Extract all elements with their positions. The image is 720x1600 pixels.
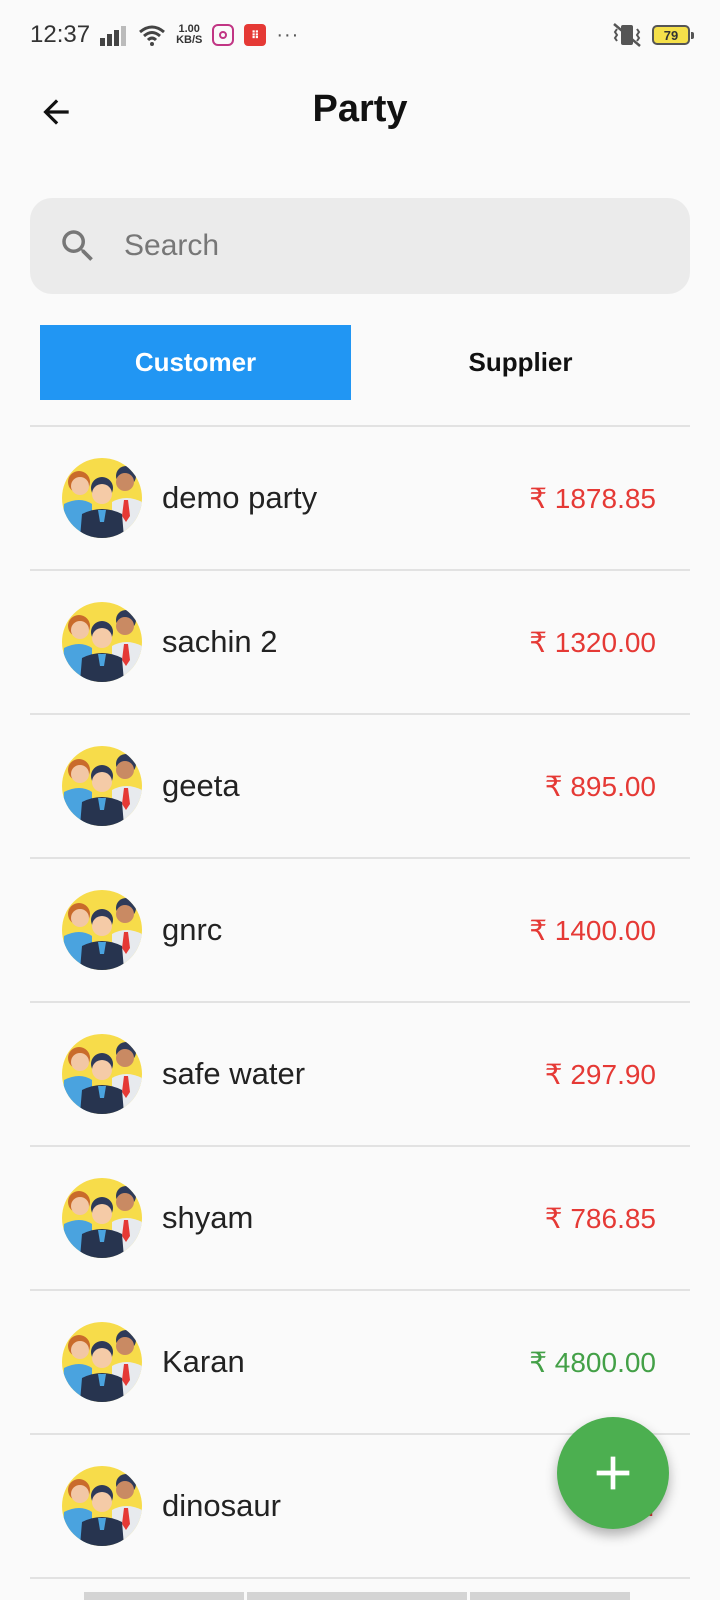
scroll-segment <box>84 1592 244 1600</box>
party-balance: ₹ 297.90 <box>544 1058 656 1090</box>
party-name: demo party <box>162 480 318 515</box>
party-type-tabs: Customer Supplier <box>40 325 690 400</box>
party-row[interactable]: geeta ₹ 895.00 <box>30 715 690 859</box>
people-group-icon <box>62 602 142 682</box>
party-balance: ₹ 4800.00 <box>529 1346 656 1378</box>
party-name: sachin 2 <box>162 624 278 659</box>
party-name: gnrc <box>162 912 223 947</box>
search-input[interactable] <box>124 229 644 263</box>
tab-supplier[interactable]: Supplier <box>351 325 690 400</box>
search-icon <box>56 224 100 268</box>
party-row[interactable]: Karan ₹ 4800.00 <box>30 1291 690 1435</box>
status-bar-right: 79 <box>612 22 694 48</box>
screen: 12:37 1.00 KB/S ⠿ ··· 79 Party Search Cu… <box>0 0 720 1600</box>
search-bar[interactable] <box>30 198 690 294</box>
party-name: safe water <box>162 1056 306 1091</box>
party-balance: ₹ 1878.85 <box>529 482 656 514</box>
party-row[interactable]: demo party ₹ 1878.85 <box>30 427 690 571</box>
instagram-icon <box>212 24 235 46</box>
vibrate-icon <box>613 23 641 47</box>
status-bar-left: 12:37 1.00 KB/S ⠿ ··· <box>30 21 299 49</box>
party-balance: ₹ 895.00 <box>544 770 656 802</box>
party-name: Karan <box>162 1344 245 1379</box>
party-row[interactable]: sachin 2 ₹ 1320.00 <box>30 571 690 715</box>
party-row[interactable]: safe water ₹ 297.90 <box>30 1003 690 1147</box>
app-bar: Party <box>0 70 720 156</box>
tab-customer[interactable]: Customer <box>40 325 351 400</box>
page-title: Party <box>312 88 408 130</box>
plus-icon <box>596 1456 630 1490</box>
people-group-icon <box>62 890 142 970</box>
party-row[interactable]: shyam ₹ 786.85 <box>30 1147 690 1291</box>
app-notification-icon: ⠿ <box>244 24 267 46</box>
party-balance: ₹ 786.85 <box>544 1202 656 1234</box>
network-speed: 1.00 KB/S <box>176 24 202 46</box>
wifi-icon <box>139 25 166 46</box>
party-balance: ₹ 1320.00 <box>529 626 656 658</box>
people-group-icon <box>62 1322 142 1402</box>
battery-indicator: 79 <box>652 25 694 45</box>
party-list: demo party ₹ 1878.85 sachin 2 ₹ 1320.00 <box>30 425 690 1579</box>
people-group-icon <box>62 1178 142 1258</box>
party-name: shyam <box>162 1200 254 1235</box>
party-row[interactable]: gnrc ₹ 1400.00 <box>30 859 690 1003</box>
bottom-scroll-indicator <box>84 1592 630 1600</box>
scroll-segment <box>247 1592 467 1600</box>
people-group-icon <box>62 1034 142 1114</box>
status-time: 12:37 <box>30 21 91 48</box>
people-group-icon <box>62 1466 142 1546</box>
people-group-icon <box>62 746 142 826</box>
party-name: dinosaur <box>162 1488 281 1523</box>
add-party-button[interactable] <box>557 1417 669 1529</box>
signal-icon <box>100 26 127 46</box>
scroll-segment <box>470 1592 630 1600</box>
network-speed-unit: KB/S <box>176 34 203 46</box>
more-notifications-icon: ··· <box>276 23 300 46</box>
people-group-icon <box>62 458 142 538</box>
status-bar: 12:37 1.00 KB/S ⠿ ··· 79 <box>0 0 720 70</box>
party-balance: ₹ 1400.00 <box>529 914 656 946</box>
party-name: geeta <box>162 768 240 803</box>
